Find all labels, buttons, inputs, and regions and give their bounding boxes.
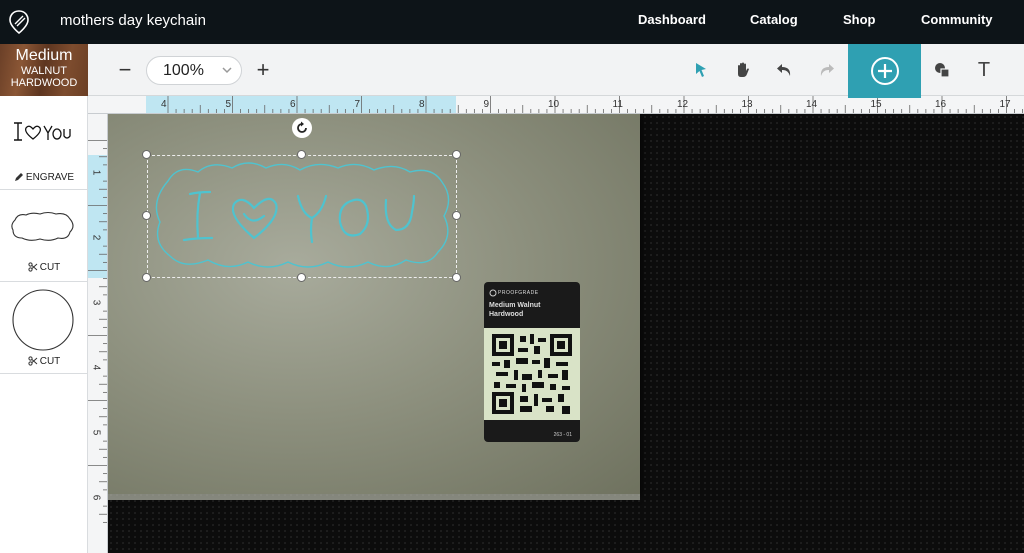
ruler-number: 6 xyxy=(290,99,296,110)
ruler-number: 10 xyxy=(548,99,560,110)
layer-operation-label: CUT xyxy=(0,262,88,273)
nav-catalog[interactable]: Catalog xyxy=(750,12,798,27)
document-title[interactable]: mothers day keychain xyxy=(60,12,206,29)
resize-handle-top[interactable] xyxy=(297,150,306,159)
layer-item-cut-outline[interactable]: CUT xyxy=(0,190,88,282)
top-navigation-bar: mothers day keychain Dashboard Catalog S… xyxy=(0,0,1024,44)
material-species: WALNUT xyxy=(20,65,68,77)
zoom-select[interactable]: 100% xyxy=(146,56,242,85)
vertical-ruler-ticks xyxy=(88,140,107,523)
chevron-down-icon xyxy=(222,67,232,74)
proofgrade-logo-icon xyxy=(489,289,497,297)
zoom-level: 100% xyxy=(163,62,204,79)
ruler-number: 7 xyxy=(354,99,361,110)
resize-handle-left[interactable] xyxy=(142,211,151,220)
pointer-tool-button[interactable] xyxy=(690,58,712,82)
resize-handle-bottom[interactable] xyxy=(297,273,306,282)
plus-circle-icon xyxy=(870,57,899,85)
label-grade: Medium Walnut xyxy=(489,302,541,309)
ruler-number: 11 xyxy=(612,99,623,110)
resize-handle-top-right[interactable] xyxy=(452,150,461,159)
material-sheet-edge xyxy=(108,494,640,500)
layer-operation-label: CUT xyxy=(0,356,88,367)
design-canvas[interactable]: PROOFGRADE Medium Walnut Hardwood 263 - … xyxy=(108,114,1024,553)
ruler-number: 4 xyxy=(90,364,102,371)
scissors-icon xyxy=(28,262,38,272)
logo-icon[interactable] xyxy=(8,9,30,35)
redo-button[interactable] xyxy=(814,58,838,82)
ruler-number: 16 xyxy=(935,99,947,110)
text-tool-button[interactable]: T xyxy=(972,57,996,83)
qr-code-icon xyxy=(492,334,572,414)
shapes-icon xyxy=(935,63,950,78)
undo-button[interactable] xyxy=(773,58,797,82)
redo-icon xyxy=(820,64,834,76)
ruler-number: 1 xyxy=(90,169,102,176)
layer-thumbnail-circle xyxy=(12,289,74,351)
cursor-arrow-icon xyxy=(696,63,706,77)
material-type: HARDWOOD xyxy=(10,77,78,89)
material-qr-label: PROOFGRADE Medium Walnut Hardwood 263 - … xyxy=(484,282,580,442)
design-layers-panel: ENGRAVE CUT CUT xyxy=(0,96,88,553)
label-brand: PROOFGRADE xyxy=(498,290,539,296)
selection-box[interactable] xyxy=(147,155,457,278)
pan-tool-button[interactable] xyxy=(731,58,755,82)
pencil-icon xyxy=(14,173,23,181)
layer-thumbnail-text xyxy=(14,122,71,141)
nav-shop[interactable]: Shop xyxy=(843,12,876,27)
resize-handle-bottom-right[interactable] xyxy=(452,273,461,282)
material-grade: Medium xyxy=(15,47,73,64)
resize-handle-right[interactable] xyxy=(452,211,461,220)
ruler-number: 5 xyxy=(90,429,102,436)
layer-item-cut-circle[interactable]: CUT xyxy=(0,282,88,374)
layer-thumbnail-cloud xyxy=(11,211,74,241)
ruler-number: 3 xyxy=(90,299,102,306)
ruler-number: 17 xyxy=(999,99,1011,110)
ruler-number: 4 xyxy=(161,99,167,110)
material-swatch[interactable]: Medium WALNUT HARDWOOD xyxy=(0,44,88,96)
horizontal-ruler: 4 5 6 7 8 9 10 11 12 13 14 15 16 17 xyxy=(88,96,1024,114)
vertical-ruler: 1 2 3 4 5 6 xyxy=(88,114,108,553)
rotate-handle[interactable] xyxy=(292,118,312,138)
zoom-out-button[interactable]: − xyxy=(112,57,138,83)
ruler-number: 12 xyxy=(677,99,689,110)
add-design-button[interactable] xyxy=(848,44,921,98)
ruler-number: 8 xyxy=(419,99,425,110)
resize-handle-top-left[interactable] xyxy=(142,150,151,159)
shapes-tool-button[interactable] xyxy=(930,58,954,82)
label-material: Hardwood xyxy=(489,311,524,318)
ruler-number: 2 xyxy=(90,234,102,241)
undo-icon xyxy=(777,64,791,76)
label-code: 263 - 01 xyxy=(553,432,572,438)
resize-handle-bottom-left[interactable] xyxy=(142,273,151,282)
hand-icon xyxy=(738,62,749,77)
zoom-in-button[interactable]: + xyxy=(250,57,276,83)
ruler-number: 13 xyxy=(741,99,753,110)
ruler-number: 14 xyxy=(806,99,818,110)
ruler-number: 9 xyxy=(483,99,490,110)
ruler-number: 15 xyxy=(870,99,882,110)
nav-dashboard[interactable]: Dashboard xyxy=(638,12,706,27)
scissors-icon xyxy=(28,356,38,366)
ruler-number: 5 xyxy=(225,99,232,110)
rotate-icon xyxy=(297,121,307,133)
ruler-number: 6 xyxy=(90,494,102,501)
nav-community[interactable]: Community xyxy=(921,12,993,27)
qr-code-area xyxy=(484,328,580,420)
layer-item-engrave[interactable]: ENGRAVE xyxy=(0,96,88,190)
layer-operation-label: ENGRAVE xyxy=(0,172,88,183)
